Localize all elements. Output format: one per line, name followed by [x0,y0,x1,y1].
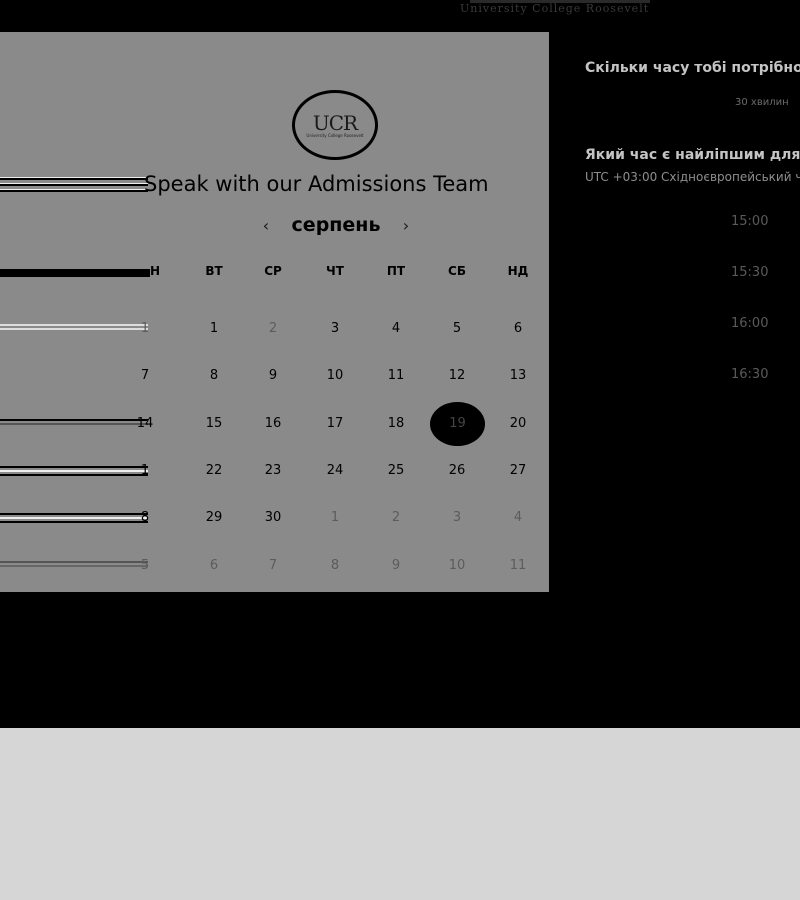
calendar-day[interactable]: 11 [498,555,538,577]
calendar-day[interactable]: 6 [498,318,538,340]
calendar-day[interactable]: 23 [253,460,293,482]
row-glitch-stripe [0,513,148,525]
card-title: Speak with our Admissions Team [144,172,489,196]
calendar-day[interactable]: 18 [376,413,416,435]
row-glitch-stripe [0,419,148,427]
calendar-day[interactable]: 2 [376,507,416,529]
weekday-label: ВТ [205,264,223,278]
calendar-day[interactable]: 3 [315,318,355,340]
month-navigation: ‹ серпень › [256,212,416,238]
chevron-left-icon[interactable]: ‹ [256,216,276,235]
calendar-day[interactable]: 9 [376,555,416,577]
calendar-day[interactable]: 7 [253,555,293,577]
time-slot[interactable]: 16:30 [731,367,791,382]
calendar-day-selected[interactable]: 19 [430,402,485,446]
calendar-day[interactable]: 29 [194,507,234,529]
calendar-day[interactable]: 8 [194,365,234,387]
duration-option[interactable]: 30 хвилин [735,97,789,108]
calendar-day-partial[interactable]: 1 [133,318,157,340]
time-slot[interactable]: 15:30 [731,265,791,280]
ucr-logo-text: UCR [312,110,358,135]
calendar-day-partial[interactable]: 8 [133,507,157,529]
calendar-day[interactable]: 12 [437,365,477,387]
calendar-day[interactable]: 10 [437,555,477,577]
calendar-day[interactable]: 1 [194,318,234,340]
calendar-day[interactable]: 17 [315,413,355,435]
timezone-selector[interactable]: UTC +03:00 Східноєвропейський час [585,170,800,184]
weekday-mon-partial: Н [149,264,161,278]
row-glitch-stripe [0,466,148,478]
calendar-day[interactable]: 22 [194,460,234,482]
calendar-day[interactable]: 2 [253,318,293,340]
calendar-day[interactable]: 16 [253,413,293,435]
ucr-logo-subtitle: University College Roosevelt [306,132,364,138]
calendar-day[interactable]: 4 [376,318,416,340]
calendar-day[interactable]: 13 [498,365,538,387]
calendar-day[interactable]: 24 [315,460,355,482]
calendar-day-partial[interactable]: 14 [133,413,157,435]
row-glitch-stripe [0,324,148,332]
weekday-label: ЧТ [326,264,344,278]
weekday-label: НД [507,264,529,278]
month-label: серпень [291,214,381,236]
weekday-label: СР [264,264,282,278]
calendar-day-partial[interactable]: 1 [133,460,157,482]
calendar-day[interactable]: 25 [376,460,416,482]
time-slot[interactable]: 15:00 [731,214,791,229]
calendar-day[interactable]: 10 [315,365,355,387]
calendar-day[interactable]: 4 [498,507,538,529]
dark-backdrop: University College Roosevelt UCR Univers… [0,0,800,728]
calendar-day[interactable]: 9 [253,365,293,387]
time-question: Який час є найліпшим для тебе? [585,147,800,163]
calendar-day[interactable]: 3 [437,507,477,529]
calendar-day[interactable]: 20 [498,413,538,435]
calendar-day-partial[interactable]: 5 [133,555,157,577]
time-slot[interactable]: 16:00 [731,316,791,331]
calendar-day[interactable]: 8 [315,555,355,577]
booking-panel: Скільки часу тобі потрібно? 30 хвилин Як… [585,0,800,728]
chevron-right-icon[interactable]: › [396,216,416,235]
weekday-label: СБ [448,264,466,278]
row-glitch-stripe [0,561,148,569]
calendar-card: UCR University College Roosevelt Speak w… [0,32,549,592]
calendar-day[interactable]: 11 [376,365,416,387]
title-glitch-stripes [0,177,148,195]
calendar-day[interactable]: 27 [498,460,538,482]
duration-question: Скільки часу тобі потрібно? [585,60,800,76]
calendar-day[interactable]: 26 [437,460,477,482]
calendar-day[interactable]: 5 [437,318,477,340]
weekday-label: ПТ [386,264,406,278]
calendar-day[interactable]: 1 [315,507,355,529]
calendar-day[interactable]: 30 [253,507,293,529]
calendar-day[interactable]: 6 [194,555,234,577]
ucr-logo: UCR University College Roosevelt [292,90,378,160]
weekday-header-stripe [0,269,150,277]
calendar-day[interactable]: 15 [194,413,234,435]
calendar-day-partial[interactable]: 7 [133,365,157,387]
